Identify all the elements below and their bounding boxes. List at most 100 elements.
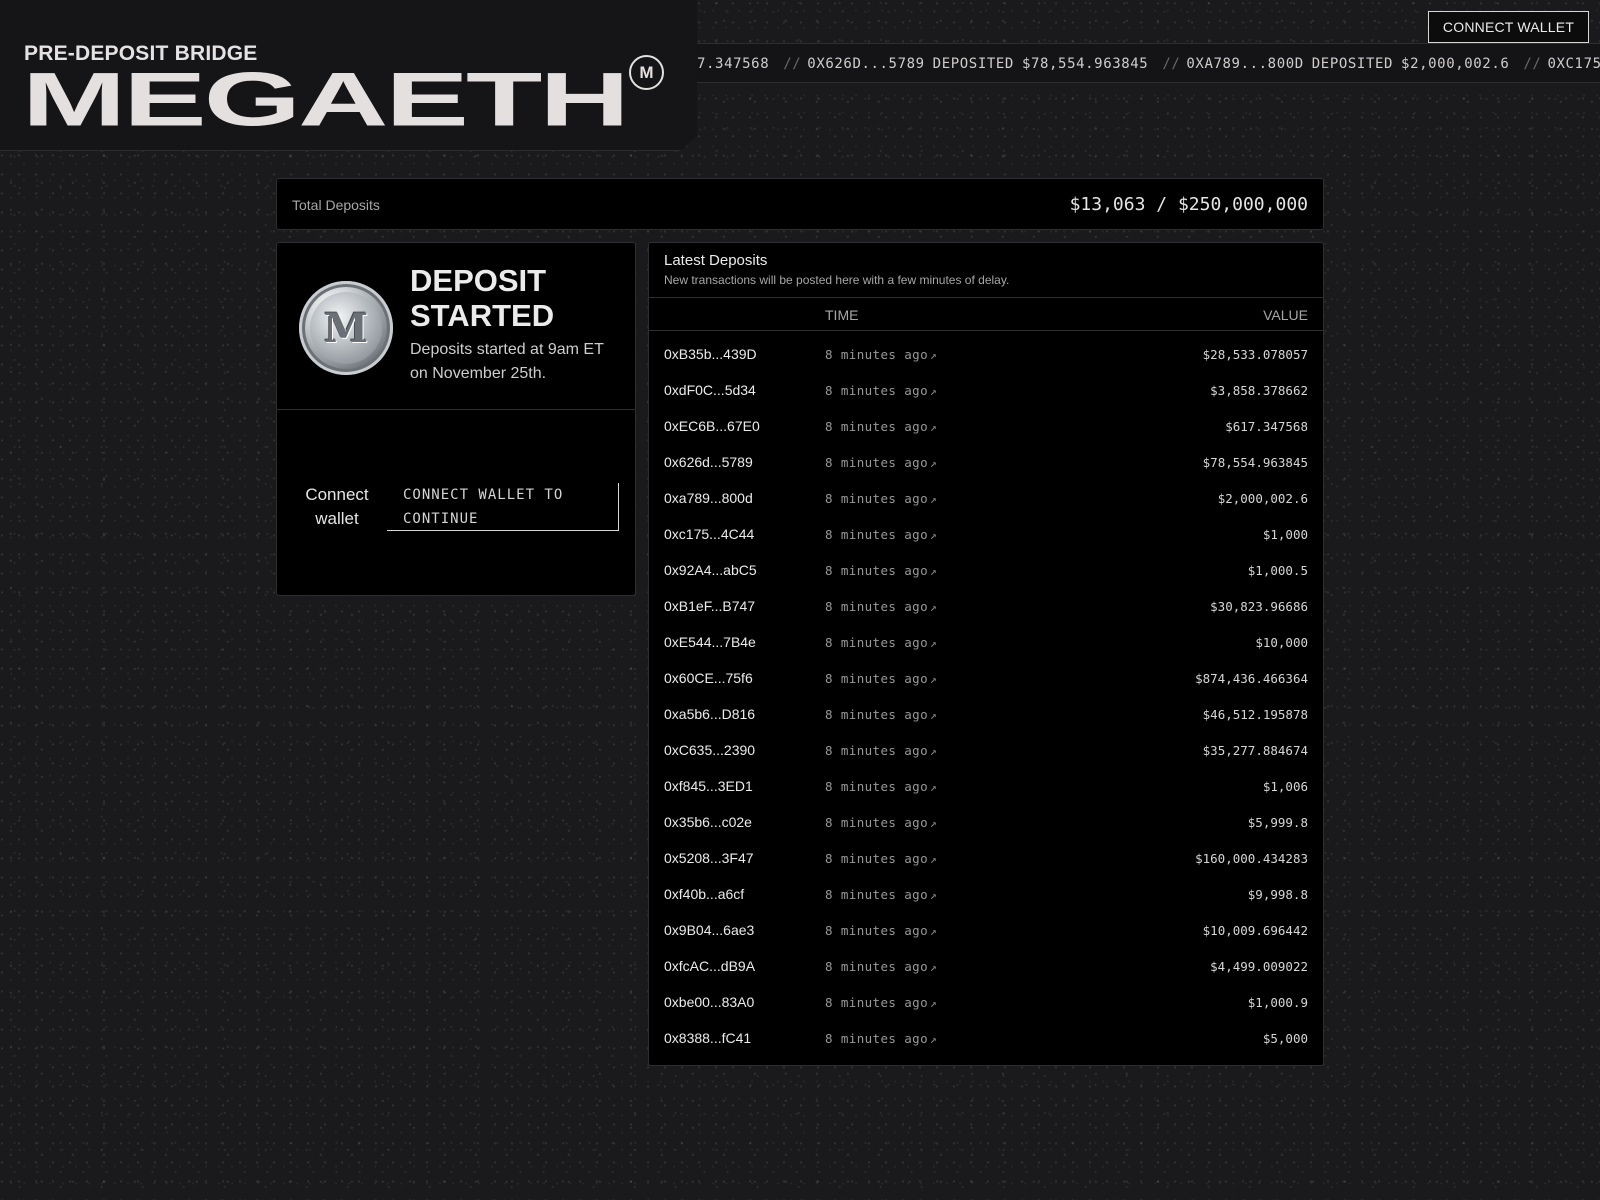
deposit-time-link[interactable]: 8 minutes ago ↗: [825, 707, 937, 722]
deposit-time-link[interactable]: 8 minutes ago ↗: [825, 635, 937, 650]
deposit-row: 0x626d...5789 8 minutes ago ↗ $78,554.96384…: [649, 445, 1323, 481]
latest-deposits-subtitle: New transactions will be posted here wit…: [664, 273, 1010, 287]
deposit-row: 0xf40b...a6cf 8 minutes ago ↗ $9,998.8: [649, 877, 1323, 913]
external-link-icon: ↗: [930, 385, 938, 398]
latest-deposits-header: TIME VALUE: [649, 297, 1323, 331]
deposit-time-link[interactable]: 8 minutes ago ↗: [825, 671, 937, 686]
external-link-icon: ↗: [930, 853, 938, 866]
deposit-time-link[interactable]: 8 minutes ago ↗: [825, 527, 937, 542]
deposit-status-description: Deposits started at 9am ET on November 2…: [410, 341, 604, 382]
deposit-value: $46,512.195878: [1202, 707, 1308, 722]
deposit-row: 0xC635...2390 8 minutes ago ↗ $35,277.88467…: [649, 733, 1323, 769]
external-link-icon: ↗: [930, 637, 938, 650]
deposit-time: 8 minutes ago: [825, 635, 929, 650]
connect-wallet-button[interactable]: CONNECT WALLET: [1428, 11, 1589, 43]
deposit-row: 0xEC6B...67E0 8 minutes ago ↗ $617.347568: [649, 409, 1323, 445]
deposit-row: 0xa5b6...D816 8 minutes ago ↗ $46,512.19587…: [649, 697, 1323, 733]
deposit-row: 0xbe00...83A0 8 minutes ago ↗ $1,000.9: [649, 985, 1323, 1021]
deposit-time-link[interactable]: 8 minutes ago ↗: [825, 347, 937, 362]
deposit-value: $30,823.96686: [1210, 599, 1308, 614]
deposit-address: 0xf845...3ED1: [664, 778, 753, 794]
deposit-row: 0xa789...800d 8 minutes ago ↗ $2,000,002.6: [649, 481, 1323, 517]
latest-deposits-list: 0xB35b...439D 8 minutes ago ↗ $28,533.07805…: [649, 337, 1323, 1057]
deposit-address: 0xc175...4C44: [664, 526, 755, 542]
coin-letter: M: [310, 292, 382, 364]
deposit-row: 0x8388...fC41 8 minutes ago ↗ $5,000: [649, 1021, 1323, 1057]
brand-badge-icon: M: [629, 55, 664, 90]
external-link-icon: ↗: [930, 673, 938, 686]
deposit-row: 0xdF0C...5d34 8 minutes ago ↗ $3,858.378662: [649, 373, 1323, 409]
ticker-separator: //: [1162, 56, 1181, 72]
ticker-action: DEPOSITED: [1311, 56, 1394, 72]
deposit-address: 0xa5b6...D816: [664, 706, 756, 722]
external-link-icon: ↗: [930, 925, 938, 938]
deposit-value: $160,000.434283: [1195, 851, 1308, 866]
external-link-icon: ↗: [930, 457, 938, 470]
deposit-address: 0xEC6B...67E0: [664, 418, 760, 434]
external-link-icon: ↗: [930, 781, 938, 794]
deposit-row: 0x35b6...c02e 8 minutes ago ↗ $5,999.8: [649, 805, 1323, 841]
ticker-separator: //: [783, 56, 802, 72]
connect-wallet-cta-button[interactable]: CONNECT WALLET TO CONTINUE: [387, 483, 619, 531]
deposit-address: 0x9B04...6ae3: [664, 922, 755, 938]
deposit-value: $5,000: [1262, 1031, 1308, 1046]
deposit-value: $78,554.963845: [1202, 455, 1308, 470]
total-deposits-value: $13,063 / $250,000,000: [1069, 194, 1308, 215]
ticker-text: 7.347568 // 0X626D...5789 DEPOSITED $78,554.…: [697, 56, 1600, 72]
deposit-time-link[interactable]: 8 minutes ago ↗: [825, 743, 937, 758]
deposit-value: $874,436.466364: [1195, 671, 1308, 686]
deposit-value: $1,000.9: [1247, 995, 1308, 1010]
ticker-amount: $78,554.963845: [1021, 56, 1149, 72]
deposit-time: 8 minutes ago: [825, 527, 929, 542]
deposit-time: 8 minutes ago: [825, 707, 929, 722]
deposit-time: 8 minutes ago: [825, 419, 929, 434]
deposit-row: 0xE544...7B4e 8 minutes ago ↗ $10,000: [649, 625, 1323, 661]
deposit-time: 8 minutes ago: [825, 995, 929, 1010]
deposit-time-link[interactable]: 8 minutes ago ↗: [825, 851, 937, 866]
deposit-time-link[interactable]: 8 minutes ago ↗: [825, 923, 937, 938]
deposit-address: 0xdF0C...5d34: [664, 382, 756, 398]
deposit-address: 0x92A4...abC5: [664, 562, 757, 578]
deposit-address: 0x35b6...c02e: [664, 814, 752, 830]
deposit-time: 8 minutes ago: [825, 815, 929, 830]
ticker-separator: //: [1523, 56, 1542, 72]
deposit-time: 8 minutes ago: [825, 671, 929, 686]
deposit-row: 0xB1eF...B747 8 minutes ago ↗ $30,823.96686: [649, 589, 1323, 625]
deposit-time: 8 minutes ago: [825, 491, 929, 506]
external-link-icon: ↗: [930, 421, 938, 434]
deposit-time-link[interactable]: 8 minutes ago ↗: [825, 959, 937, 974]
divider: [277, 409, 635, 410]
deposit-time-link[interactable]: 8 minutes ago ↗: [825, 491, 937, 506]
deposit-address: 0xE544...7B4e: [664, 634, 756, 650]
deposit-time-link[interactable]: 8 minutes ago ↗: [825, 599, 937, 614]
external-link-icon: ↗: [930, 709, 938, 722]
deposit-time: 8 minutes ago: [825, 959, 929, 974]
deposit-time-link[interactable]: 8 minutes ago ↗: [825, 815, 937, 830]
external-link-icon: ↗: [930, 961, 938, 974]
deposit-status-title: DEPOSIT STARTED: [410, 263, 555, 333]
deposit-time-link[interactable]: 8 minutes ago ↗: [825, 455, 937, 470]
deposit-time: 8 minutes ago: [825, 563, 929, 578]
ticker-address: 0X626D...5789: [807, 56, 925, 72]
deposit-time-link[interactable]: 8 minutes ago ↗: [825, 563, 937, 578]
deposit-time-link[interactable]: 8 minutes ago ↗: [825, 887, 937, 902]
deposit-time-link[interactable]: 8 minutes ago ↗: [825, 419, 937, 434]
deposit-row: 0x9B04...6ae3 8 minutes ago ↗ $10,009.69644…: [649, 913, 1323, 949]
deposit-row: 0x60CE...75f6 8 minutes ago ↗ $874,436.4663…: [649, 661, 1323, 697]
deposit-row: 0xfcAC...dB9A 8 minutes ago ↗ $4,499.009022: [649, 949, 1323, 985]
ticker-address: 0XA789...800D: [1186, 56, 1304, 72]
deposit-address: 0x5208...3F47: [664, 850, 754, 866]
deposit-address: 0xB35b...439D: [664, 346, 757, 362]
deposit-value: $35,277.884674: [1202, 743, 1308, 758]
deposit-value: $617.347568: [1225, 419, 1308, 434]
deposit-address: 0xa789...800d: [664, 490, 753, 506]
deposit-time-link[interactable]: 8 minutes ago ↗: [825, 779, 937, 794]
deposit-time-link[interactable]: 8 minutes ago ↗: [825, 383, 937, 398]
deposit-time-link[interactable]: 8 minutes ago ↗: [825, 995, 937, 1010]
deposit-address: 0x626d...5789: [664, 454, 753, 470]
latest-deposits-panel: Latest Deposits New transactions will be…: [648, 242, 1324, 1066]
deposit-time-link[interactable]: 8 minutes ago ↗: [825, 1031, 937, 1046]
deposit-time: 8 minutes ago: [825, 383, 929, 398]
megaeth-coin-icon: M: [299, 281, 393, 375]
external-link-icon: ↗: [930, 565, 938, 578]
